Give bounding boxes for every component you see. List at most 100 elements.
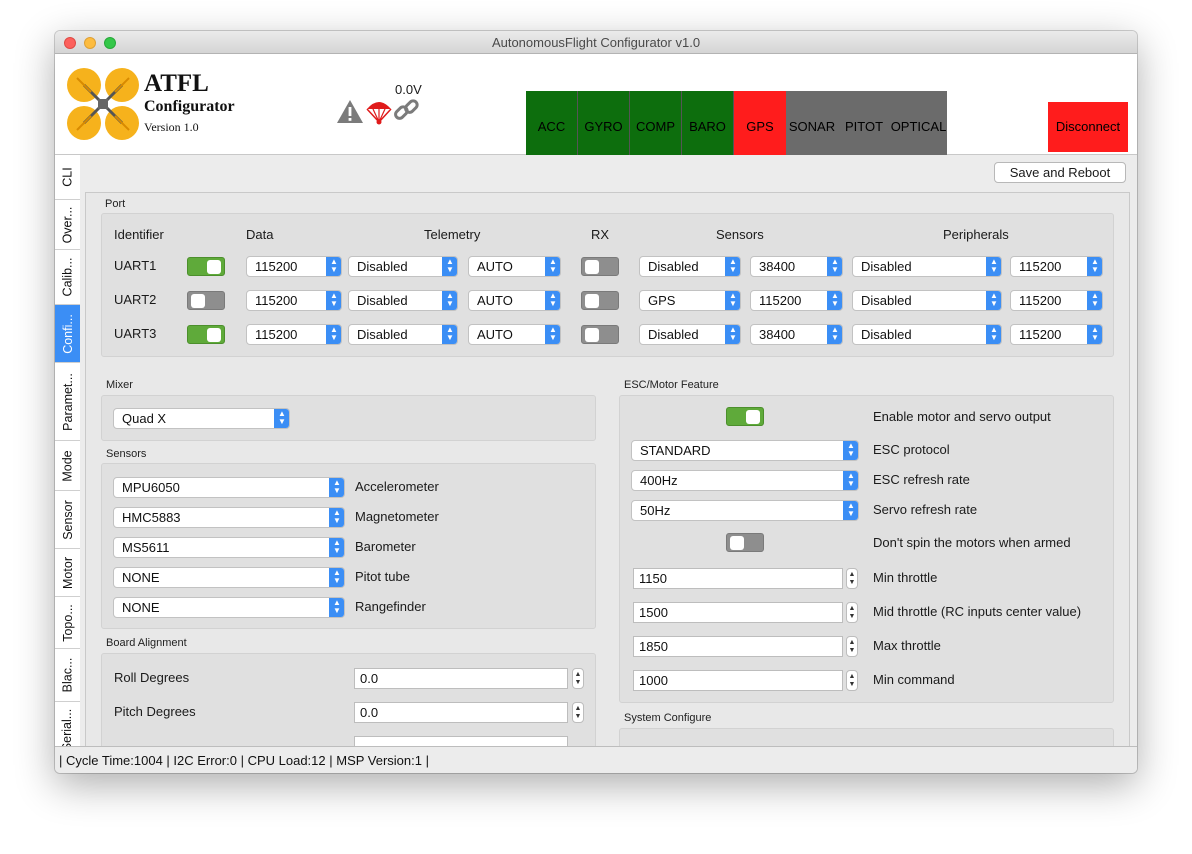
sensor-type-select[interactable]: NONE ▲ ▼ [113,567,345,588]
port-identifier: UART2 [114,292,157,307]
tab-blac[interactable]: Blac... [55,649,80,702]
port-telemetry-baud-select-value: AUTO [477,293,513,308]
port-telemetry-select[interactable]: Disabled ▲ ▼ [348,256,458,277]
port-rx-toggle[interactable] [581,257,619,276]
port-data-baud-select[interactable]: 115200 ▲ ▼ [246,324,342,345]
port-peripheral-baud-select[interactable]: 115200 ▲ ▼ [1010,324,1103,345]
enable-motor-toggle[interactable] [726,407,764,426]
sensor-status-acc: ACC [526,91,578,163]
stepper-icon[interactable]: ▲ ▼ [846,636,858,657]
tab-sensor[interactable]: Sensor [55,491,80,549]
mixer-select[interactable]: Quad X ▲ ▼ [113,408,290,429]
esc-refresh-select[interactable]: 400Hz ▲ ▼ [631,470,859,491]
sensor-type-select[interactable]: NONE ▲ ▼ [113,597,345,618]
port-peripheral-select[interactable]: Disabled ▲ ▼ [852,324,1002,345]
servo-refresh-select[interactable]: 50Hz ▲ ▼ [631,500,859,521]
chevron-updown-icon: ▲ ▼ [843,501,858,520]
port-peripheral-baud-select[interactable]: 115200 ▲ ▼ [1010,256,1103,277]
tab-topo[interactable]: Topo... [55,597,80,649]
tab-over[interactable]: Over... [55,200,80,250]
port-enable-toggle[interactable] [187,325,225,344]
sensor-type-select[interactable]: MPU6050 ▲ ▼ [113,477,345,498]
sensor-type-label: Pitot tube [355,569,410,584]
stepper-icon[interactable]: ▲ ▼ [846,602,858,623]
toggle-knob [585,294,599,308]
config-scroll-panel[interactable]: Port Identifier Data Telemetry RX Sensor… [85,192,1130,746]
tab-paramet[interactable]: Paramet... [55,363,80,441]
max-throttle-input[interactable]: 1850 [633,636,843,657]
stepper-icon[interactable]: ▲ ▼ [572,668,584,689]
servo-refresh-value: 50Hz [640,503,671,518]
minimize-window-button[interactable] [84,37,96,49]
chevron-updown-icon: ▲ ▼ [329,508,344,527]
port-telemetry-select[interactable]: Disabled ▲ ▼ [348,290,458,311]
close-window-button[interactable] [64,37,76,49]
sensor-type-select-value: NONE [122,570,160,585]
chevron-updown-icon: ▲ ▼ [1087,325,1102,344]
warning-icon [337,100,363,123]
toggle-knob [191,294,205,308]
disconnect-button[interactable]: Disconnect [1048,102,1128,152]
tab-label: Sensor [60,499,75,540]
chevron-updown-icon: ▲ ▼ [725,257,740,276]
port-data-baud-select-value: 115200 [255,327,298,342]
chevron-updown-icon: ▲ ▼ [545,257,560,276]
alignment-input-partial[interactable] [354,736,568,746]
mid-throttle-input[interactable]: 1500 [633,602,843,623]
status-bar: | Cycle Time:1004 | I2C Error:0 | CPU Lo… [55,746,1137,773]
tab-confi[interactable]: Confi... [55,305,80,363]
mid-throttle-label: Mid throttle (RC inputs center value) [873,604,1082,619]
dont-spin-toggle[interactable] [726,533,764,552]
port-sensor-select[interactable]: GPS ▲ ▼ [639,290,741,311]
port-section-label: Port [105,198,126,210]
zoom-window-button[interactable] [104,37,116,49]
link-icon [394,99,419,120]
port-telemetry-baud-select[interactable]: AUTO ▲ ▼ [468,290,561,311]
port-rx-toggle[interactable] [581,291,619,310]
sensors-section-label: Sensors [106,448,147,460]
esc-protocol-select[interactable]: STANDARD ▲ ▼ [631,440,859,461]
esc-protocol-label: ESC protocol [873,442,950,457]
stepper-icon[interactable]: ▲ ▼ [846,568,858,589]
port-sensor-baud-select[interactable]: 38400 ▲ ▼ [750,324,843,345]
sensor-type-select[interactable]: HMC5883 ▲ ▼ [113,507,345,528]
port-peripheral-select[interactable]: Disabled ▲ ▼ [852,290,1002,311]
alignment-input[interactable]: 0.0 [354,702,568,723]
chevron-updown-icon: ▲ ▼ [725,291,740,310]
max-throttle-label: Max throttle [873,638,941,653]
tab-label: Calib... [60,257,75,297]
port-header-sensors: Sensors [716,227,764,242]
tab-label: CLI [60,167,75,187]
port-enable-toggle[interactable] [187,291,225,310]
esc-protocol-value: STANDARD [640,443,711,458]
sensor-type-select[interactable]: MS5611 ▲ ▼ [113,537,345,558]
port-sensor-select[interactable]: Disabled ▲ ▼ [639,256,741,277]
port-peripheral-baud-select[interactable]: 115200 ▲ ▼ [1010,290,1103,311]
alignment-input[interactable]: 0.0 [354,668,568,689]
port-telemetry-select-value: Disabled [357,259,408,274]
port-sensor-baud-select[interactable]: 38400 ▲ ▼ [750,256,843,277]
port-telemetry-baud-select[interactable]: AUTO ▲ ▼ [468,256,561,277]
port-rx-toggle[interactable] [581,325,619,344]
tab-calib[interactable]: Calib... [55,250,80,305]
port-sensor-select[interactable]: Disabled ▲ ▼ [639,324,741,345]
tab-motor[interactable]: Motor [55,549,80,597]
min-command-input[interactable]: 1000 [633,670,843,691]
port-telemetry-baud-select[interactable]: AUTO ▲ ▼ [468,324,561,345]
min-throttle-input[interactable]: 1150 [633,568,843,589]
port-peripheral-select[interactable]: Disabled ▲ ▼ [852,256,1002,277]
chevron-updown-icon: ▲ ▼ [442,325,457,344]
port-header-identifier: Identifier [114,227,164,242]
tab-mode[interactable]: Mode [55,441,80,491]
chevron-updown-icon: ▲ ▼ [329,568,344,587]
port-data-baud-select[interactable]: 115200 ▲ ▼ [246,256,342,277]
stepper-icon[interactable]: ▲ ▼ [846,670,858,691]
save-and-reboot-button[interactable]: Save and Reboot [994,162,1126,183]
port-data-baud-select[interactable]: 115200 ▲ ▼ [246,290,342,311]
port-sensor-baud-select[interactable]: 115200 ▲ ▼ [750,290,843,311]
port-enable-toggle[interactable] [187,257,225,276]
chevron-updown-icon: ▲ ▼ [442,257,457,276]
port-telemetry-select[interactable]: Disabled ▲ ▼ [348,324,458,345]
stepper-icon[interactable]: ▲ ▼ [572,702,584,723]
tab-cli[interactable]: CLI [55,155,80,200]
